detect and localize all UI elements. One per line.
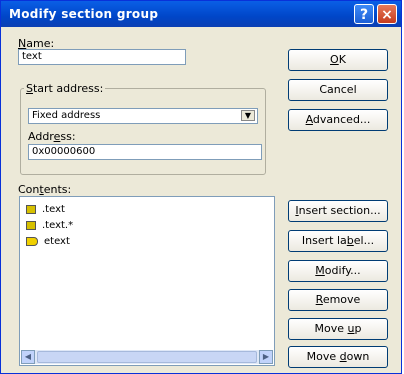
- remove-button[interactable]: Remove: [288, 289, 388, 311]
- scroll-right-icon[interactable]: ▶: [259, 350, 273, 364]
- start-address-label: Start address:: [24, 82, 106, 95]
- advanced-button[interactable]: Advanced...: [288, 109, 388, 131]
- list-item-label: .text.*: [42, 220, 74, 231]
- move-down-button[interactable]: Move down: [288, 346, 388, 368]
- close-button[interactable]: ×: [377, 4, 397, 24]
- close-icon: ×: [381, 7, 393, 23]
- modify-section-group-dialog: Modify section group ? × Name: text Star…: [0, 0, 402, 374]
- address-field[interactable]: 0x00000600: [28, 144, 262, 160]
- contents-list[interactable]: .text .text.* etext ◀ ▶: [19, 196, 275, 366]
- list-item[interactable]: .text.*: [26, 219, 73, 233]
- list-item-label: .text: [42, 204, 65, 215]
- label-icon: [26, 236, 38, 246]
- list-item[interactable]: .text: [26, 203, 65, 217]
- section-icon: [26, 220, 36, 230]
- section-icon: [26, 204, 36, 214]
- cancel-button[interactable]: Cancel: [288, 79, 388, 101]
- list-item[interactable]: etext: [26, 235, 70, 249]
- help-icon: ?: [359, 7, 369, 23]
- title-bar[interactable]: Modify section group ? ×: [1, 1, 401, 27]
- chevron-down-icon[interactable]: ▼: [241, 110, 255, 121]
- move-up-button[interactable]: Move up: [288, 318, 388, 340]
- ok-button[interactable]: OK: [288, 49, 388, 71]
- insert-section-button[interactable]: Insert section...: [288, 200, 388, 222]
- name-field[interactable]: text: [18, 49, 186, 65]
- modify-button[interactable]: Modify...: [288, 260, 388, 282]
- contents-label: Contents:: [18, 183, 72, 196]
- address-label: Address:: [28, 130, 76, 143]
- insert-label-button[interactable]: Insert label...: [288, 230, 388, 252]
- horizontal-scrollbar[interactable]: ◀ ▶: [21, 350, 273, 364]
- start-address-select[interactable]: Fixed address ▼: [28, 108, 258, 124]
- scroll-left-icon[interactable]: ◀: [21, 350, 35, 364]
- window-title: Modify section group: [9, 7, 159, 21]
- list-item-label: etext: [44, 236, 70, 247]
- help-button[interactable]: ?: [354, 4, 374, 24]
- scrollbar-thumb[interactable]: [37, 351, 257, 363]
- start-address-value: Fixed address: [32, 110, 101, 121]
